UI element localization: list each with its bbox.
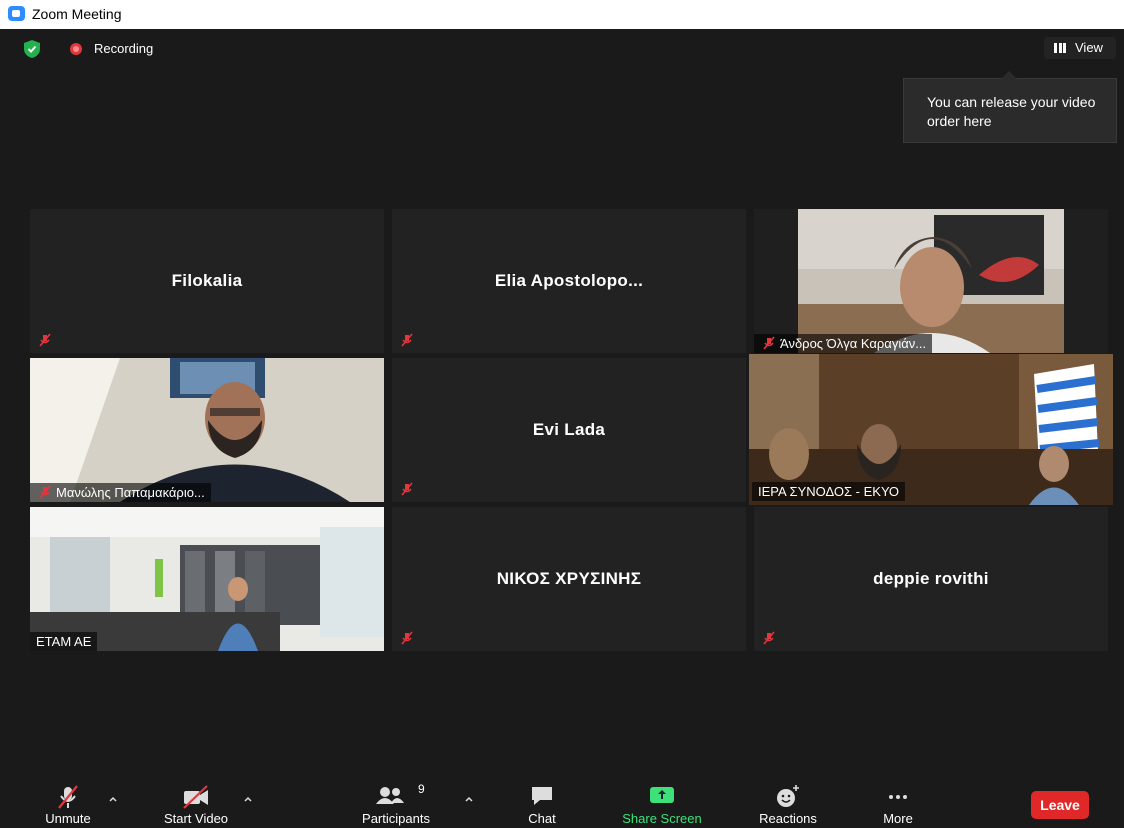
title-bar: Zoom Meeting [0, 0, 1124, 29]
participant-name: Elia Apostolopo... [494, 271, 644, 290]
grid-view-icon [1054, 43, 1066, 53]
audio-options-chevron-up-icon[interactable] [108, 794, 118, 804]
view-label: View [1075, 40, 1103, 55]
reactions-smiley-icon [777, 785, 799, 807]
muted-mic-icon [401, 631, 413, 645]
share-screen-button[interactable]: Share Screen [612, 774, 712, 828]
chat-label: Chat [528, 811, 556, 826]
participant-name: Μανώλης Παπαμακάριο... [56, 485, 205, 500]
muted-mic-icon [39, 333, 51, 347]
window-title: Zoom Meeting [32, 6, 122, 22]
reactions-button[interactable]: Reactions [746, 774, 830, 828]
recording-icon [70, 43, 82, 55]
video-options-chevron-up-icon[interactable] [243, 794, 253, 804]
start-video-button[interactable]: Start Video [150, 774, 242, 828]
participant-tile[interactable]: Filokalia [30, 209, 384, 353]
participant-name-label: Μανώλης Παπαμακάριο... [30, 483, 211, 502]
video-order-tooltip: You can release your video order here [903, 71, 1117, 143]
participant-name: Filokalia [171, 271, 243, 290]
muted-mic-icon [763, 631, 775, 645]
participant-name-label: ΕΤΑΜ ΑΕ [30, 632, 98, 651]
share-screen-icon [650, 787, 674, 803]
view-button[interactable]: View [1044, 37, 1116, 59]
participant-name: ΙΕΡΑ ΣΥΝΟΔΟΣ - ΕΚΥΟ [758, 484, 899, 499]
muted-microphone-icon [58, 785, 78, 809]
more-button[interactable]: More [866, 774, 930, 828]
participants-count: 9 [418, 782, 425, 796]
muted-mic-icon [763, 336, 775, 350]
muted-mic-icon [401, 333, 413, 347]
meeting-stage: Recording View You can release your vide… [0, 29, 1124, 828]
participants-icon [376, 787, 405, 804]
participant-video [30, 507, 384, 651]
tooltip-text: You can release your video order here [927, 94, 1096, 129]
meeting-toolbar: Unmute Start Video 9 Participants Chat S… [0, 774, 1124, 828]
participant-tile[interactable]: Evi Lada [392, 358, 746, 502]
share-screen-label: Share Screen [622, 811, 702, 826]
participant-name-label: ΙΕΡΑ ΣΥΝΟΔΟΣ - ΕΚΥΟ [752, 482, 905, 501]
unmute-label: Unmute [45, 811, 91, 826]
chat-button[interactable]: Chat [512, 774, 572, 828]
video-off-icon [183, 785, 208, 809]
participant-tile[interactable]: ΝΙΚΟΣ ΧΡΥΣΙΝΗΣ [392, 507, 746, 651]
muted-mic-icon [39, 485, 51, 499]
unmute-button[interactable]: Unmute [30, 774, 106, 828]
participant-name: Evi Lada [532, 420, 606, 439]
participant-video [30, 358, 384, 502]
participants-button[interactable]: 9 Participants [350, 774, 442, 828]
more-label: More [883, 811, 913, 826]
muted-mic-icon [401, 482, 413, 496]
more-ellipsis-icon [889, 795, 907, 799]
participant-name: deppie rovithi [873, 569, 989, 588]
start-video-label: Start Video [163, 811, 229, 826]
participant-name: ΕΤΑΜ ΑΕ [36, 634, 92, 649]
recording-label: Recording [94, 41, 154, 56]
security-shield-icon[interactable] [24, 40, 40, 58]
participant-name-label: Άνδρος Όλγα Καραγιάν... [754, 334, 933, 353]
participant-tile[interactable]: ΕΤΑΜ ΑΕ [30, 507, 384, 651]
leave-button[interactable]: Leave [1031, 791, 1089, 819]
participant-tile[interactable]: deppie rovithi [754, 507, 1108, 651]
participants-options-chevron-up-icon[interactable] [464, 794, 474, 804]
active-speaker-tile[interactable]: ΙΕΡΑ ΣΥΝΟΔΟΣ - ΕΚΥΟ [749, 354, 1113, 505]
participant-video [754, 209, 1108, 353]
chat-bubble-icon [532, 787, 552, 805]
participant-name: ΝΙΚΟΣ ΧΡΥΣΙΝΗΣ [496, 569, 642, 588]
zoom-logo-icon [8, 6, 25, 21]
participant-tile[interactable]: Μανώλης Παπαμακάριο... [30, 358, 384, 502]
participant-tile[interactable]: Elia Apostolopo... [392, 209, 746, 353]
participant-name: Άνδρος Όλγα Καραγιάν... [780, 336, 927, 351]
participant-tile[interactable]: Άνδρος Όλγα Καραγιάν... [754, 209, 1108, 353]
participants-label: Participants [362, 811, 430, 826]
reactions-label: Reactions [759, 811, 817, 826]
